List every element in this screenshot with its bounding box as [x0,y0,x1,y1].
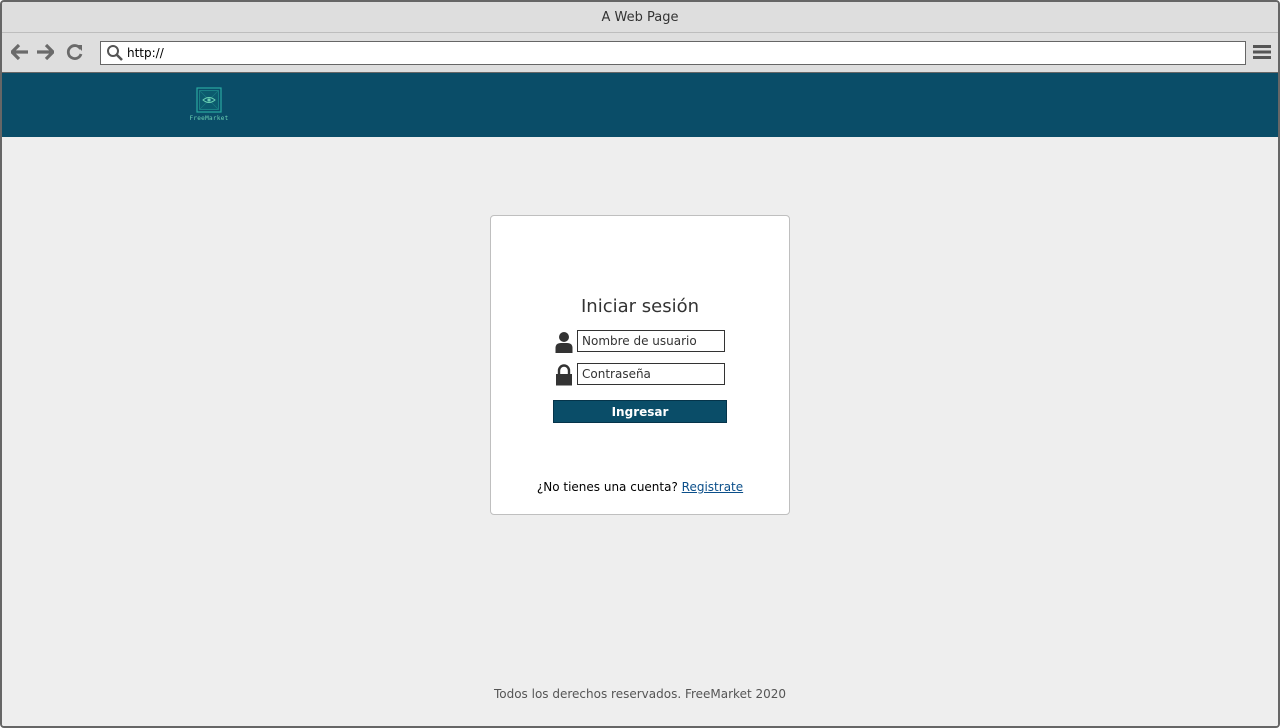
page-content: Iniciar sesión Nombre de usuario Ingresa… [2,137,1278,726]
site-logo[interactable]: FreeMarket [186,87,232,127]
password-input[interactable] [577,363,725,385]
url-input[interactable] [127,46,1227,60]
login-card: Iniciar sesión Nombre de usuario Ingresa… [490,215,790,515]
search-icon [106,44,124,62]
reload-icon [66,44,83,60]
no-account-text: ¿No tienes una cuenta? [536,480,678,494]
browser-toolbar [2,33,1278,73]
reload-button[interactable] [64,41,86,63]
back-button[interactable] [9,41,31,63]
username-row [555,330,727,354]
register-prompt: ¿No tienes una cuenta? Registrate [491,480,789,494]
login-title: Iniciar sesión [580,296,700,317]
username-input[interactable] [577,330,725,352]
arrow-left-icon [11,44,28,60]
window-title: A Web Page [601,9,679,25]
page-footer: Todos los derechos reservados. FreeMarke… [493,687,787,701]
logo-icon [196,87,222,113]
browser-window: A Web Page http:// FreeMarket Iniciar se… [0,0,1280,728]
forward-button[interactable] [34,41,56,63]
window-titlebar: A Web Page [2,2,1278,33]
submit-login-button[interactable]: Ingresar [553,400,727,423]
arrow-right-icon [37,44,54,60]
browser-menu-button[interactable] [1252,43,1272,61]
site-header: FreeMarket [2,73,1278,137]
password-row [555,363,727,387]
hamburger-menu-icon [1253,45,1271,59]
register-link[interactable]: Registrate [682,480,743,494]
logo-text: FreeMarket [189,115,229,122]
address-bar[interactable] [100,41,1246,65]
lock-icon [555,364,573,386]
user-icon [555,331,573,353]
